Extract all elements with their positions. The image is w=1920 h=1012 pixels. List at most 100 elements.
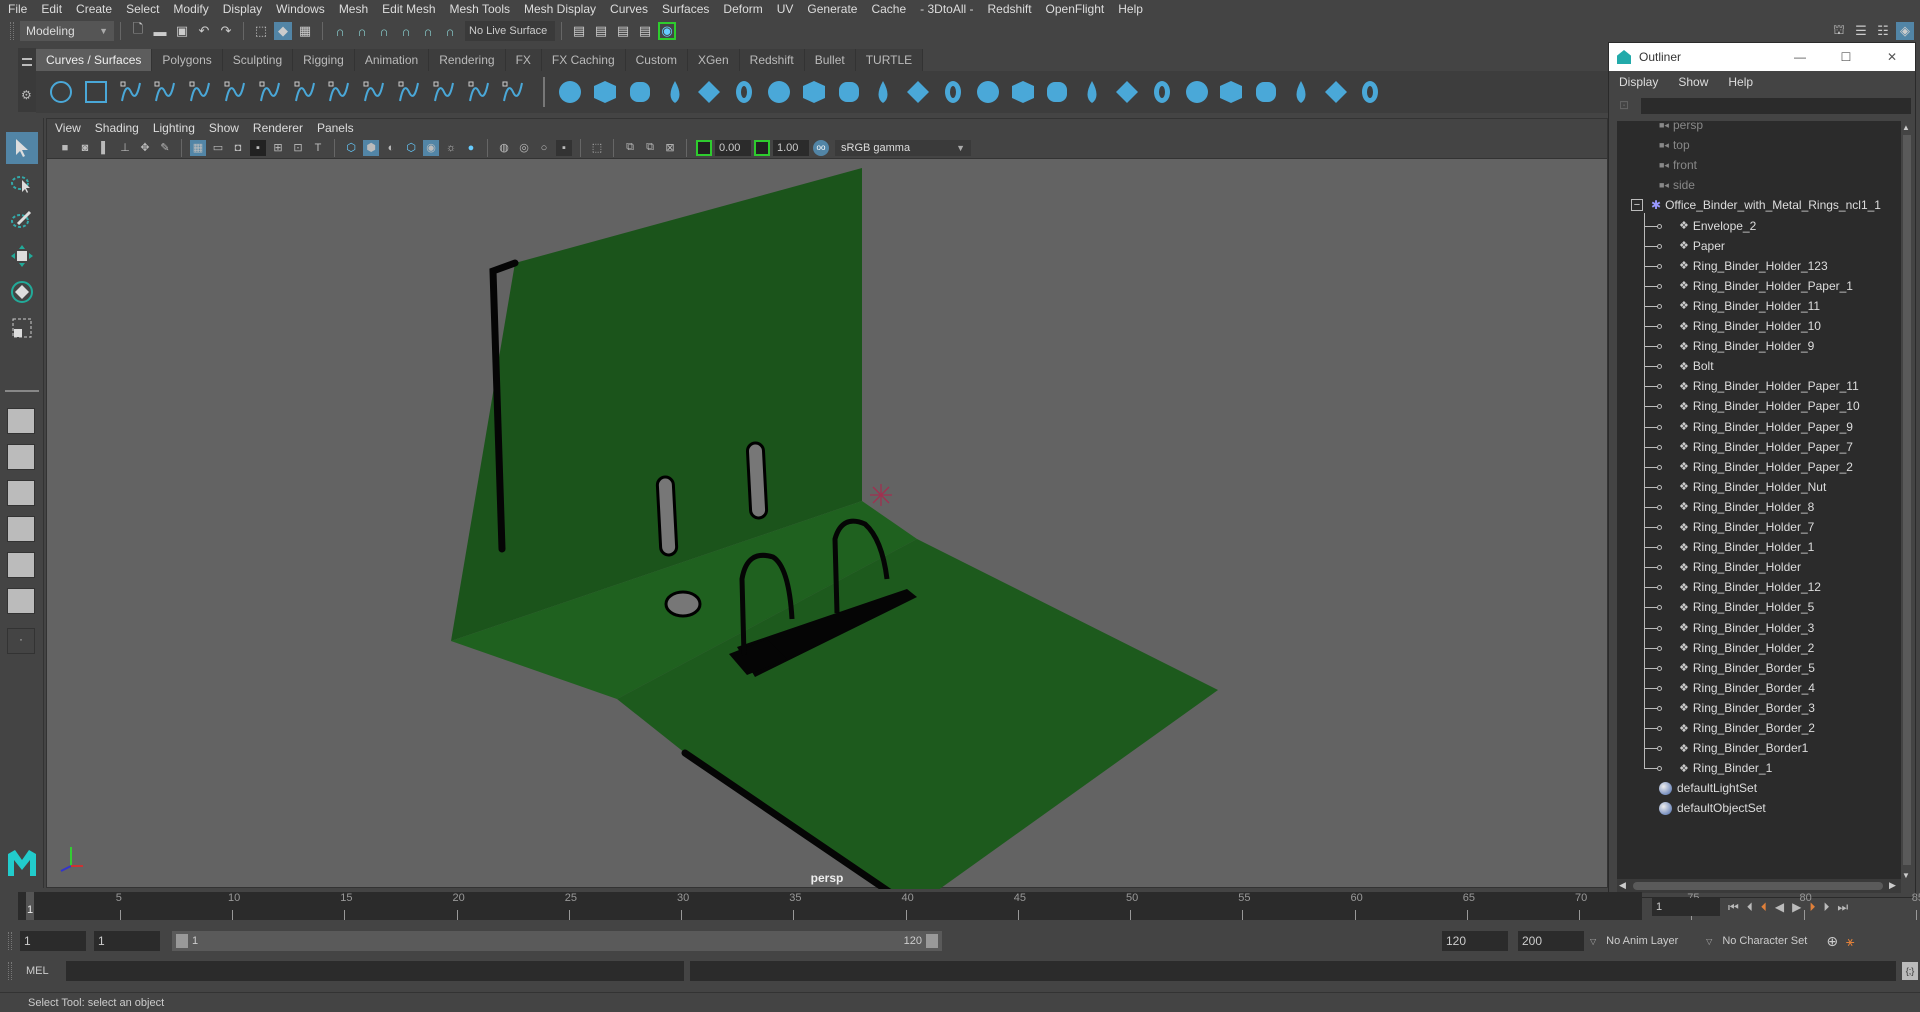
undo-icon[interactable]: ↶ — [195, 22, 213, 40]
outliner-item[interactable]: ❖ Ring_Binder_Holder_11 — [1679, 296, 1820, 316]
new-scene-icon[interactable]: 🗋 — [129, 21, 147, 40]
playback-start-field[interactable]: 1 — [94, 931, 160, 951]
menu-windows[interactable]: Windows — [276, 2, 325, 16]
workspace-dropdown[interactable]: Modeling ▼ — [20, 21, 114, 41]
outliner-item[interactable]: ❖ Bolt — [1679, 356, 1714, 376]
step-back-frame-icon[interactable]: ⏴ — [1747, 900, 1753, 915]
menu-help[interactable]: Help — [1118, 2, 1143, 16]
curve-intersect-icon[interactable] — [464, 77, 494, 107]
four-view-layout-button[interactable] — [7, 444, 35, 470]
outliner-item[interactable]: ❖ Ring_Binder_Border_3 — [1679, 698, 1815, 718]
perspective-viewport[interactable]: View Shading Lighting Show Renderer Panels ■ … — [46, 118, 1608, 889]
nurbs-plane-icon[interactable] — [694, 77, 724, 107]
range-slider[interactable]: 1 120 — [172, 931, 942, 951]
rebuild-curve-icon[interactable] — [394, 77, 424, 107]
menu-edit[interactable]: Edit — [41, 2, 62, 16]
rebuild-surface-icon[interactable] — [1286, 77, 1316, 107]
play-backward-icon[interactable]: ◀ — [1775, 900, 1784, 914]
sculpt-geometry-icon[interactable] — [1321, 77, 1351, 107]
persp-graph-layout-button[interactable] — [7, 516, 35, 542]
menu-surfaces[interactable]: Surfaces — [662, 2, 709, 16]
pencil-curve-icon[interactable] — [150, 77, 180, 107]
menu-3dtoall[interactable]: - 3DtoAll - — [920, 2, 973, 16]
outliner-item[interactable]: ❖ Ring_Binder_Holder_Paper_11 — [1679, 376, 1859, 396]
outliner-item[interactable]: ❖ Ring_Binder_Holder_5 — [1679, 597, 1814, 617]
outliner-horizontal-scrollbar[interactable]: ◀ ▶ — [1617, 879, 1901, 893]
snap-to-curve-icon[interactable]: ∩ — [353, 22, 371, 40]
shelf-tab-fx-caching[interactable]: FX Caching — [541, 49, 626, 71]
outliner-item[interactable]: ❖ Ring_Binder_Holder_123 — [1679, 256, 1828, 276]
menu-select[interactable]: Select — [126, 2, 159, 16]
modeling-toolkit-icon[interactable]: ⛫ — [1830, 22, 1848, 40]
menu-deform[interactable]: Deform — [723, 2, 762, 16]
outliner-item[interactable]: ❖ Ring_Binder_Border_5 — [1679, 658, 1815, 678]
shelf-tab-turtle[interactable]: TURTLE — [855, 49, 924, 71]
persp-uv-layout-button[interactable] — [7, 588, 35, 614]
outliner-item[interactable]: ❖ Ring_Binder_Holder_10 — [1679, 316, 1821, 336]
boundary-icon[interactable] — [973, 77, 1003, 107]
outliner-titlebar[interactable]: Outliner — ☐ ✕ — [1609, 43, 1915, 71]
nurbs-circle-icon[interactable] — [46, 77, 76, 107]
snap-to-view-plane-icon[interactable]: ∩ — [397, 22, 415, 40]
chevron-down-icon[interactable]: ▽ — [1706, 937, 1712, 946]
maximize-icon[interactable]: ☐ — [1823, 50, 1869, 64]
channel-box-icon[interactable]: ◈ — [1896, 22, 1914, 40]
outliner-item[interactable]: ❖ Ring_Binder_Holder_8 — [1679, 497, 1814, 517]
chevron-down-icon[interactable]: ▽ — [1590, 937, 1596, 946]
toolbox-more-button[interactable]: · — [7, 628, 35, 654]
paint-select-tool-icon[interactable] — [6, 204, 38, 236]
rotate-tool-icon[interactable] — [6, 276, 38, 308]
outliner-item[interactable]: ❖ Ring_Binder_1 — [1679, 758, 1772, 778]
command-input[interactable] — [66, 961, 684, 981]
shelf-tab-sculpting[interactable]: Sculpting — [222, 49, 294, 71]
menu-generate[interactable]: Generate — [807, 2, 857, 16]
move-tool-icon[interactable] — [6, 240, 38, 272]
outliner-item[interactable]: ❖ Ring_Binder_Holder_9 — [1679, 336, 1814, 356]
bevel-plus-icon[interactable] — [938, 77, 968, 107]
square-surface-icon[interactable] — [1008, 77, 1038, 107]
menu-create[interactable]: Create — [76, 2, 112, 16]
attach-curve-icon[interactable] — [290, 77, 320, 107]
attach-surfaces-icon[interactable] — [1112, 77, 1142, 107]
outliner-item[interactable]: ❖ Ring_Binder_Holder_Paper_10 — [1679, 396, 1860, 416]
make-live-icon[interactable]: ∩ — [441, 22, 459, 40]
outliner-item[interactable]: ❖ Ring_Binder_Border_2 — [1679, 718, 1815, 738]
outliner-item[interactable]: ❖ Ring_Binder_Holder_3 — [1679, 618, 1814, 638]
lasso-tool-icon[interactable] — [6, 168, 38, 200]
animation-start-field[interactable]: 1 — [20, 931, 86, 951]
outliner-item-camera[interactable]: ■◂ front — [1659, 155, 1697, 175]
nurbs-cone-icon[interactable] — [660, 77, 690, 107]
go-to-end-icon[interactable]: ⏭ — [1837, 900, 1848, 915]
anim-layer-dropdown[interactable]: No Anim Layer — [1602, 931, 1701, 951]
intersect-surfaces-icon[interactable] — [1182, 77, 1212, 107]
menu-file[interactable]: File — [8, 2, 27, 16]
shelf-tab-rendering[interactable]: Rendering — [429, 49, 506, 71]
menu-mesh-display[interactable]: Mesh Display — [524, 2, 596, 16]
hypershade-layout-button[interactable] — [7, 552, 35, 578]
insert-isoparm-icon[interactable] — [1251, 77, 1281, 107]
select-by-component-icon[interactable]: ▦ — [296, 22, 314, 40]
outliner-item[interactable]: ❖ Ring_Binder_Holder_Paper_2 — [1679, 457, 1853, 477]
outliner-menu-display[interactable]: Display — [1619, 75, 1658, 89]
outliner-item[interactable]: ❖ Ring_Binder_Holder_Nut — [1679, 477, 1826, 497]
reverse-curve-icon[interactable] — [498, 77, 528, 107]
planar-icon[interactable] — [834, 77, 864, 107]
nurbs-cube-icon[interactable] — [590, 77, 620, 107]
attribute-editor-icon[interactable]: ☰ — [1852, 22, 1870, 40]
persp-outliner-layout-button[interactable] — [7, 480, 35, 506]
snap-to-surface-icon[interactable]: ∩ — [419, 22, 437, 40]
nurbs-square-icon[interactable] — [81, 77, 111, 107]
ipr-render-icon[interactable]: ▤ — [614, 22, 632, 40]
shelf-settings-gear-icon[interactable]: ⚙ — [21, 88, 32, 102]
ep-curve-icon[interactable] — [116, 77, 146, 107]
collapse-icon[interactable]: − — [1631, 199, 1643, 212]
outliner-item[interactable]: ❖ Envelope_2 — [1679, 216, 1756, 236]
bezier-curve-icon[interactable] — [220, 77, 250, 107]
tool-settings-icon[interactable]: ☷ — [1874, 22, 1892, 40]
go-to-start-icon[interactable]: ⏮ — [1728, 900, 1739, 915]
outliner-item[interactable]: ❖ Ring_Binder_Holder — [1679, 557, 1801, 577]
snap-to-grid-icon[interactable]: ∩ — [331, 22, 349, 40]
project-curve-icon[interactable] — [1216, 77, 1246, 107]
shelf-tab-rigging[interactable]: Rigging — [293, 49, 355, 71]
shelf-tab-polygons[interactable]: Polygons — [152, 49, 223, 71]
